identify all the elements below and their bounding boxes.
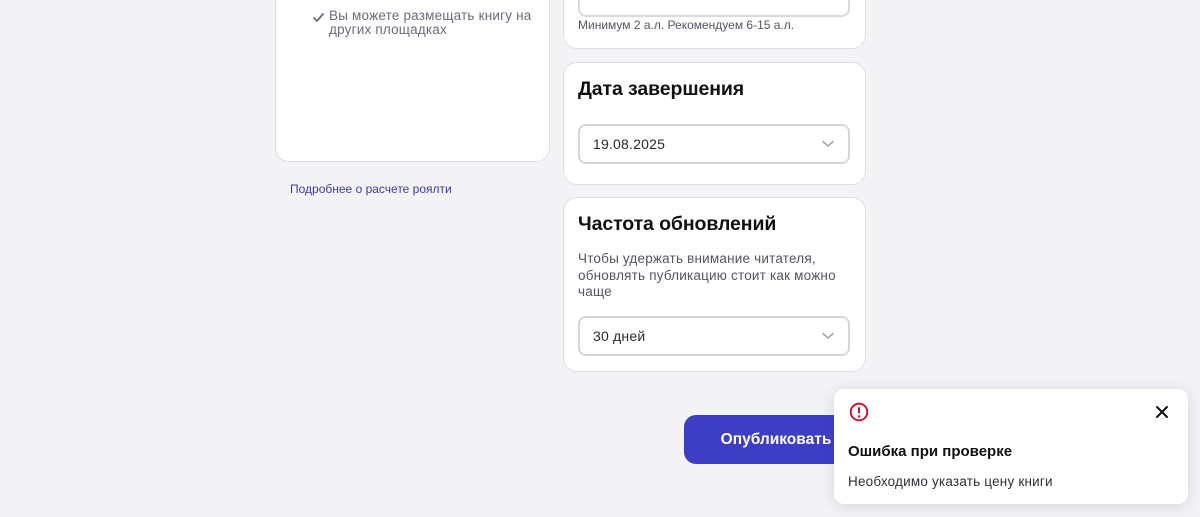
benefit-item: Вы можете размещать книгу на других площ…: [312, 9, 542, 37]
chevron-down-icon: [822, 332, 834, 339]
update-frequency-title: Частота обновлений: [578, 213, 777, 235]
close-icon[interactable]: [1155, 405, 1169, 419]
royalty-info-link[interactable]: Подробнее о расчете роялти: [290, 182, 452, 196]
completion-date-value: 19.08.2025: [593, 136, 666, 152]
toast-title: Ошибка при проверке: [848, 443, 1013, 460]
error-toast: Ошибка при проверке Необходимо указать ц…: [834, 389, 1188, 504]
benefit-text: Вы можете размещать книгу на других площ…: [329, 8, 532, 37]
update-frequency-select[interactable]: 30 дней: [578, 316, 850, 356]
alert-circle-icon: [849, 402, 869, 422]
update-frequency-description: Чтобы удержать внимание читателя, обновл…: [578, 251, 836, 299]
completion-date-title: Дата завершения: [578, 78, 745, 100]
update-frequency-value: 30 дней: [593, 328, 646, 344]
volume-hint: Минимум 2 а.л. Рекомендуем 6-15 а.л.: [578, 18, 795, 32]
toast-message: Необходимо указать цену книги: [848, 474, 1053, 489]
volume-input[interactable]: [578, 0, 850, 17]
chevron-down-icon: [822, 140, 834, 147]
completion-date-select[interactable]: 19.08.2025: [578, 124, 850, 164]
check-icon: [313, 13, 324, 22]
